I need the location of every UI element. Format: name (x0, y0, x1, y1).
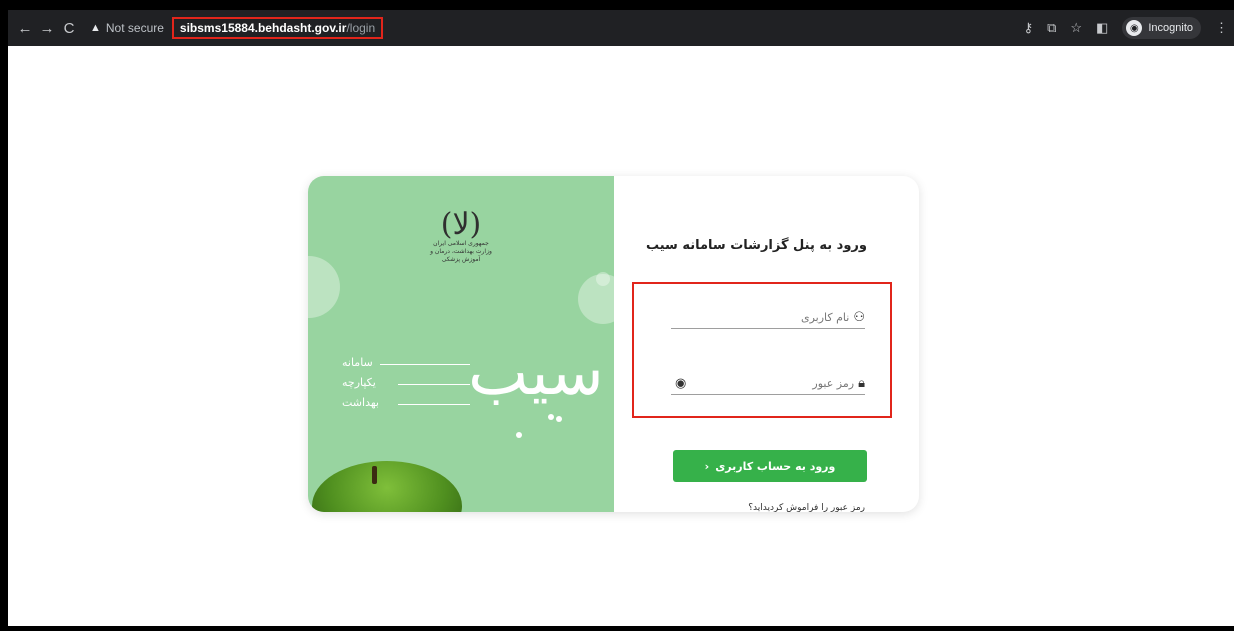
password-placeholder: رمز عبور (812, 376, 855, 390)
apple-stem (372, 466, 377, 484)
tagline-rule (398, 404, 470, 405)
side-panel-icon[interactable]: ◧ (1096, 20, 1108, 36)
forward-arrow-icon[interactable]: → (36, 20, 58, 37)
not-secure-label: Not secure (105, 21, 164, 35)
form-title: ورود به پنل گزارشات سامانه سیب (645, 238, 867, 253)
url-domain: sibsms15884.behdasht.gov.ir (179, 21, 347, 35)
decor-dot (548, 414, 554, 420)
password-field[interactable]: 🔒︎ رمز عبور ◉ (671, 372, 865, 395)
decor-bubble (308, 256, 340, 318)
brand-panel: (لا) جمهوری اسلامی ایران وزارت بهداشت، د… (308, 176, 614, 512)
key-icon[interactable]: ⚷ (1024, 20, 1034, 36)
incognito-icon: ◉ (1126, 20, 1143, 36)
decor-bubble (596, 272, 610, 286)
translate-icon[interactable]: ⧉ (1047, 20, 1056, 36)
eye-icon[interactable]: ◉ (675, 376, 686, 391)
lock-icon: 🔒︎ (858, 375, 865, 391)
emblem-line2: وزارت بهداشت، درمان و آموزش پزشکی (430, 248, 492, 263)
username-placeholder: نام کاربری (800, 310, 850, 324)
chevron-left-icon: ‹ (704, 459, 710, 473)
tagline-rule (398, 384, 470, 385)
incognito-label: Incognito (1148, 22, 1193, 34)
url-path: /login (346, 21, 376, 35)
reload-icon[interactable]: C (58, 20, 80, 37)
login-button[interactable]: ورود به حساب کاربری ‹ (673, 450, 867, 482)
emblem-icon: (لا) (440, 207, 482, 242)
emblem-line1: جمهوری اسلامی ایران (433, 240, 489, 247)
address-bar[interactable]: sibsms15884.behdasht.gov.ir/login (171, 17, 384, 39)
decor-dot (556, 416, 562, 422)
login-button-label: ورود به حساب کاربری (715, 459, 836, 473)
brand-line1: سامانه (342, 356, 373, 369)
security-indicator[interactable]: ▲ Not secure (90, 21, 164, 35)
apple-image (312, 461, 462, 512)
star-icon[interactable]: ☆ (1070, 20, 1082, 36)
warning-icon: ▲ (90, 22, 101, 34)
browser-toolbar: ← → C ▲ Not secure sibsms15884.behdasht.… (8, 10, 1234, 46)
tagline-rule (380, 364, 470, 365)
login-form: ورود به پنل گزارشات سامانه سیب ⚇ نام کار… (614, 176, 919, 512)
incognito-badge[interactable]: ◉ Incognito (1122, 17, 1201, 39)
login-card: (لا) جمهوری اسلامی ایران وزارت بهداشت، د… (308, 176, 919, 512)
toolbar-actions: ⚷ ⧉ ☆ ◧ ◉ Incognito ⋮ (1024, 10, 1228, 46)
back-arrow-icon[interactable]: ← (14, 20, 36, 37)
kebab-menu-icon[interactable]: ⋮ (1215, 20, 1228, 36)
decor-dot (516, 432, 522, 438)
username-field[interactable]: ⚇ نام کاربری (671, 306, 865, 329)
forgot-password-link[interactable]: رمز عبور را فراموش کردید‌اید؟ (748, 503, 865, 512)
brand-line3: بهداشت (342, 396, 379, 409)
brand-line2: یکپارچه (342, 376, 376, 389)
logo-word: سیب (468, 336, 604, 410)
user-icon: ⚇ (853, 309, 865, 325)
highlight-box (632, 282, 892, 418)
ministry-emblem: (لا) جمهوری اسلامی ایران وزارت بهداشت، د… (426, 210, 496, 264)
